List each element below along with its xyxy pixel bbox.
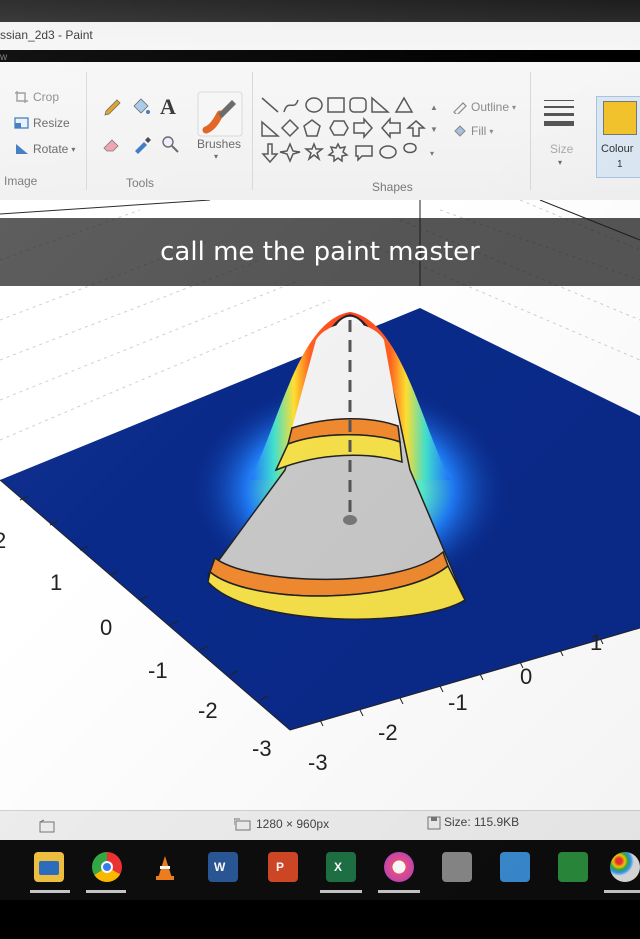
colour-1-swatch xyxy=(603,101,637,135)
cursor-position-icon xyxy=(39,819,55,833)
excel-icon[interactable]: X xyxy=(326,852,356,882)
left-axis-tick: -1 xyxy=(148,658,168,683)
crop-icon xyxy=(15,91,28,103)
line-size-icon xyxy=(544,100,574,126)
monitor-icon[interactable] xyxy=(500,852,530,882)
scanner-icon[interactable] xyxy=(442,852,472,882)
itunes-icon[interactable] xyxy=(384,852,414,882)
left-axis-tick: -2 xyxy=(198,698,218,723)
right-axis-tick: -3 xyxy=(308,750,328,775)
outline-dropdown-icon: ▾ xyxy=(512,102,517,112)
right-axis-tick: 0 xyxy=(520,664,532,689)
ribbon: Crop Resize Rotate ▾ Image A Tools Brush… xyxy=(0,62,640,201)
cone-center-point xyxy=(343,515,357,525)
eraser-icon[interactable] xyxy=(102,134,124,154)
file-size: Size: 115.9KB xyxy=(444,815,520,829)
brushes-button[interactable] xyxy=(196,90,244,138)
crop-label: Crop xyxy=(33,90,60,104)
paint-canvas[interactable]: 2 1 0 -1 -2 -3 -3 -2 -1 0 1 xyxy=(0,200,640,812)
excel-letter: X xyxy=(334,860,343,874)
window-title: ssian_2d3 - Paint xyxy=(0,28,93,42)
brushes-label: Brushes xyxy=(197,137,242,151)
title-bar: ssian_2d3 - Paint xyxy=(0,0,640,50)
taskbar-active-indicator xyxy=(320,890,362,893)
right-axis-tick: -2 xyxy=(378,720,398,745)
fill-button[interactable]: Fill ▾ xyxy=(452,124,493,138)
colour-index: 1 xyxy=(617,159,623,170)
powerpoint-letter: P xyxy=(276,860,285,874)
shapes-group-label: Shapes xyxy=(372,180,413,194)
disk-icon xyxy=(427,816,441,830)
rotate-dropdown-icon: ▾ xyxy=(71,144,76,154)
svg-text:▲: ▲ xyxy=(430,103,438,112)
word-icon[interactable]: W xyxy=(208,852,238,882)
colour-label: Colour xyxy=(601,143,634,155)
size-button[interactable] xyxy=(542,96,578,136)
taskbar-active-indicator xyxy=(86,890,126,893)
crop-button[interactable]: Crop xyxy=(14,90,59,104)
left-axis-tick: 2 xyxy=(0,528,6,553)
color-picker-icon[interactable] xyxy=(132,134,154,154)
rotate-button[interactable]: Rotate ▾ xyxy=(14,142,75,156)
camtasia-icon[interactable] xyxy=(558,852,588,882)
image-dimensions-icon xyxy=(234,818,251,831)
caption-bar: call me the paint master xyxy=(0,218,640,286)
chrome-icon[interactable] xyxy=(92,852,122,882)
taskbar-active-indicator xyxy=(604,890,640,893)
size-dropdown-icon: ▾ xyxy=(558,158,563,167)
status-bar: 1280 × 960px Size: 115.9KB xyxy=(0,810,640,841)
svg-text:▼: ▼ xyxy=(430,125,438,134)
resize-label: Resize xyxy=(33,116,70,130)
outline-button[interactable]: Outline ▾ xyxy=(452,100,516,114)
brushes-dropdown-icon: ▾ xyxy=(214,152,219,161)
resize-icon xyxy=(14,117,29,129)
text-tool-button[interactable]: A xyxy=(160,94,176,120)
right-axis-tick: 1 xyxy=(590,630,602,655)
brush-icon xyxy=(197,91,243,137)
taskbar-active-indicator xyxy=(378,890,420,893)
separator xyxy=(530,72,531,190)
left-axis-tick: 1 xyxy=(50,570,62,595)
paint-icon[interactable] xyxy=(610,852,640,882)
rotate-label: Rotate xyxy=(33,142,69,156)
tools-group-label: Tools xyxy=(126,176,155,190)
outline-label: Outline xyxy=(471,100,510,114)
image-group-label: Image xyxy=(4,174,38,188)
fill-icon xyxy=(454,125,466,137)
size-label: Size xyxy=(550,142,574,156)
svg-text:▾: ▾ xyxy=(430,149,434,158)
pencil-icon[interactable] xyxy=(102,96,124,118)
fill-dropdown-icon: ▾ xyxy=(489,126,494,136)
shapes-gallery[interactable]: ▲ ▼ ▾ xyxy=(258,94,442,166)
photo-of-screen: ssian_2d3 - Paint w Crop Resize Rotate ▾… xyxy=(0,0,640,939)
magnifier-icon[interactable] xyxy=(160,134,182,154)
colour-1-button[interactable]: Colour 1 xyxy=(596,96,640,178)
separator xyxy=(86,72,87,190)
taskbar-active-indicator xyxy=(30,890,70,893)
taskbar: W P X xyxy=(0,840,640,900)
gaussian-surface-plot: 2 1 0 -1 -2 -3 -3 -2 -1 0 1 xyxy=(0,200,640,775)
right-axis-tick: -1 xyxy=(448,690,468,715)
fill-bucket-icon[interactable] xyxy=(130,96,152,118)
image-dimensions: 1280 × 960px xyxy=(256,817,330,831)
left-axis-tick: -3 xyxy=(252,736,272,761)
outline-icon xyxy=(453,102,467,114)
fill-label: Fill xyxy=(471,124,487,138)
resize-button[interactable]: Resize xyxy=(14,116,70,130)
separator xyxy=(252,72,253,190)
caption-text: call me the paint master xyxy=(160,237,480,267)
vlc-icon[interactable] xyxy=(150,852,180,882)
left-axis-tick: 0 xyxy=(100,615,112,640)
word-letter: W xyxy=(214,860,226,874)
rotate-icon xyxy=(16,144,28,154)
powerpoint-icon[interactable]: P xyxy=(268,852,298,882)
file-explorer-icon[interactable] xyxy=(34,852,64,882)
